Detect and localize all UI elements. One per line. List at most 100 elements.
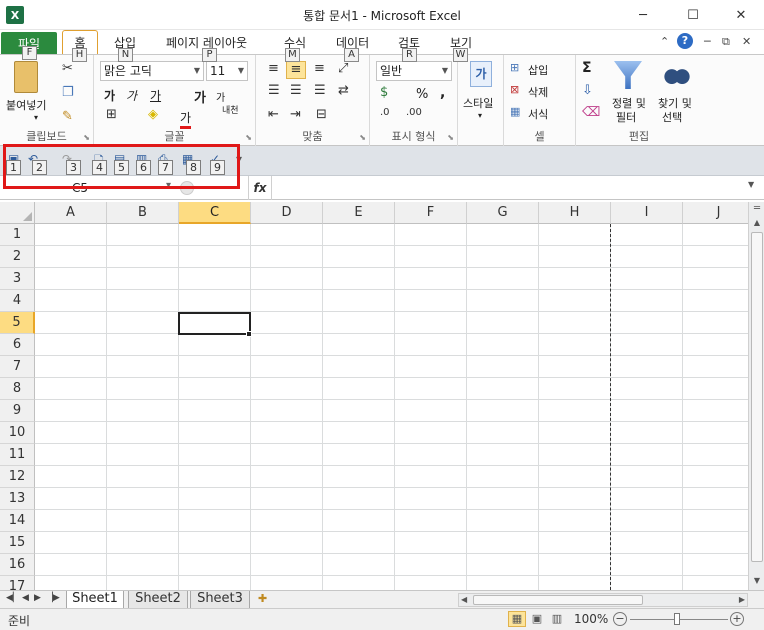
zoom-level[interactable]: 100%: [574, 612, 608, 626]
insert-function-button[interactable]: fx: [248, 176, 272, 200]
font-name-combo[interactable]: 맑은 고딕 ▼: [100, 61, 204, 81]
horizontal-scrollbar[interactable]: ◀ ▶: [458, 593, 748, 607]
name-box-dropdown-icon[interactable]: ▾: [166, 180, 171, 191]
row-header-11[interactable]: 11: [0, 444, 35, 466]
delete-cells-icon[interactable]: ⊠: [510, 83, 519, 96]
name-box[interactable]: C5: [20, 177, 140, 199]
sheet-tab-sheet2[interactable]: Sheet2: [128, 591, 188, 609]
percent-button[interactable]: %: [416, 87, 428, 102]
italic-button[interactable]: 가: [126, 87, 137, 104]
last-sheet-icon[interactable]: ▕▶: [46, 593, 60, 603]
normal-view-icon[interactable]: ▦: [508, 611, 526, 627]
formula-bar-resize-icon[interactable]: [180, 181, 194, 195]
vertical-scroll-thumb[interactable]: [751, 232, 763, 562]
sheet-tab-sheet3[interactable]: Sheet3: [190, 591, 250, 609]
column-header-g[interactable]: G: [467, 202, 539, 224]
scroll-right-icon[interactable]: ▶: [739, 595, 745, 604]
zoom-slider-thumb[interactable]: [674, 613, 680, 625]
insert-cells-icon[interactable]: ⊞: [510, 61, 519, 74]
paste-icon[interactable]: [14, 61, 38, 93]
cell-styles-icon[interactable]: 가: [470, 61, 492, 87]
row-header-10[interactable]: 10: [0, 422, 35, 444]
autosum-button[interactable]: Σ: [582, 60, 592, 76]
page-layout-view-icon[interactable]: ▣: [528, 611, 546, 627]
row-header-3[interactable]: 3: [0, 268, 35, 290]
cut-icon[interactable]: ✂: [62, 61, 73, 76]
cell-area[interactable]: [35, 224, 748, 590]
column-header-b[interactable]: B: [107, 202, 179, 224]
orientation-icon[interactable]: ⤢: [338, 61, 348, 76]
row-header-4[interactable]: 4: [0, 290, 35, 312]
align-bottom-icon[interactable]: ≡: [314, 61, 325, 76]
grow-font-button[interactable]: 가: [194, 87, 206, 106]
styles-dropdown-icon[interactable]: ▾: [478, 111, 482, 120]
clear-icon[interactable]: ⌫: [582, 105, 600, 120]
row-header-16[interactable]: 16: [0, 554, 35, 576]
column-header-j[interactable]: J: [683, 202, 748, 224]
scroll-left-icon[interactable]: ◀: [461, 595, 467, 604]
accounting-format-icon[interactable]: $: [380, 85, 388, 100]
next-sheet-icon[interactable]: ▶: [34, 593, 41, 603]
maximize-button[interactable]: ☐: [678, 3, 708, 27]
row-header-12[interactable]: 12: [0, 466, 35, 488]
column-header-i[interactable]: I: [611, 202, 683, 224]
align-left-icon[interactable]: ☰: [268, 83, 280, 98]
merge-center-icon[interactable]: ⊟: [316, 107, 327, 122]
row-header-9[interactable]: 9: [0, 400, 35, 422]
workbook-close-icon[interactable]: ✕: [742, 35, 751, 48]
row-header-8[interactable]: 8: [0, 378, 35, 400]
fill-icon[interactable]: ⇩: [582, 83, 593, 98]
increase-indent-icon[interactable]: ⇥: [290, 107, 301, 122]
active-cell[interactable]: [178, 312, 251, 335]
font-color-button[interactable]: 가: [180, 109, 192, 129]
sort-filter-line2[interactable]: 필터: [616, 109, 636, 125]
row-header-2[interactable]: 2: [0, 246, 35, 268]
customize-qat-icon[interactable]: ▾: [236, 152, 252, 166]
row-header-15[interactable]: 15: [0, 532, 35, 554]
clipboard-launcher-icon[interactable]: ⬊: [83, 133, 90, 142]
insert-sheet-icon[interactable]: ✚: [258, 592, 267, 605]
shrink-font-button[interactable]: 가: [216, 89, 225, 104]
font-size-combo[interactable]: 11 ▼: [206, 61, 248, 81]
comma-button[interactable]: ,: [440, 85, 445, 101]
row-header-1[interactable]: 1: [0, 224, 35, 246]
scroll-down-icon[interactable]: ▼: [750, 574, 764, 588]
row-header-7[interactable]: 7: [0, 356, 35, 378]
chevron-down-icon[interactable]: ▼: [748, 180, 754, 189]
column-header-a[interactable]: A: [35, 202, 107, 224]
formula-input[interactable]: [272, 177, 746, 199]
alignment-launcher-icon[interactable]: ⬊: [359, 133, 366, 142]
row-header-6[interactable]: 6: [0, 334, 35, 356]
row-header-14[interactable]: 14: [0, 510, 35, 532]
underline-button[interactable]: 가: [150, 87, 161, 104]
copy-icon[interactable]: ❐: [62, 85, 74, 100]
scroll-up-icon[interactable]: ▲: [750, 216, 764, 230]
column-header-c[interactable]: C: [179, 202, 251, 224]
sheet-tab-sheet1[interactable]: Sheet1: [66, 591, 124, 609]
format-cells-button[interactable]: 서식: [528, 106, 548, 122]
number-format-combo[interactable]: 일반 ▼: [376, 61, 452, 81]
styles-button[interactable]: 스타일: [463, 95, 493, 111]
minimize-button[interactable]: ─: [628, 3, 658, 27]
column-header-e[interactable]: E: [323, 202, 395, 224]
close-button[interactable]: ✕: [726, 3, 756, 27]
fill-handle[interactable]: [246, 331, 252, 337]
page-break-view-icon[interactable]: ▥: [548, 611, 566, 627]
decrease-indent-icon[interactable]: ⇤: [268, 107, 279, 122]
workbook-restore-icon[interactable]: ⧉: [722, 35, 730, 49]
wrap-text-icon[interactable]: ⇄: [338, 83, 349, 98]
row-header-17[interactable]: 17: [0, 576, 35, 590]
row-header-13[interactable]: 13: [0, 488, 35, 510]
select-all-button[interactable]: [0, 202, 35, 224]
minimize-ribbon-icon[interactable]: ⌃: [660, 35, 669, 48]
sort-filter-icon[interactable]: [614, 61, 642, 89]
zoom-out-icon[interactable]: −: [613, 612, 627, 626]
delete-cells-button[interactable]: 삭제: [528, 84, 548, 100]
row-header-5[interactable]: 5: [0, 312, 35, 334]
find-select-line2[interactable]: 선택: [662, 109, 682, 125]
border-icon[interactable]: ⊞: [106, 107, 117, 122]
zoom-in-icon[interactable]: +: [730, 612, 744, 626]
help-icon[interactable]: ?: [677, 33, 693, 49]
align-center-icon[interactable]: ☰: [290, 83, 302, 98]
format-painter-icon[interactable]: ✎: [62, 109, 73, 124]
